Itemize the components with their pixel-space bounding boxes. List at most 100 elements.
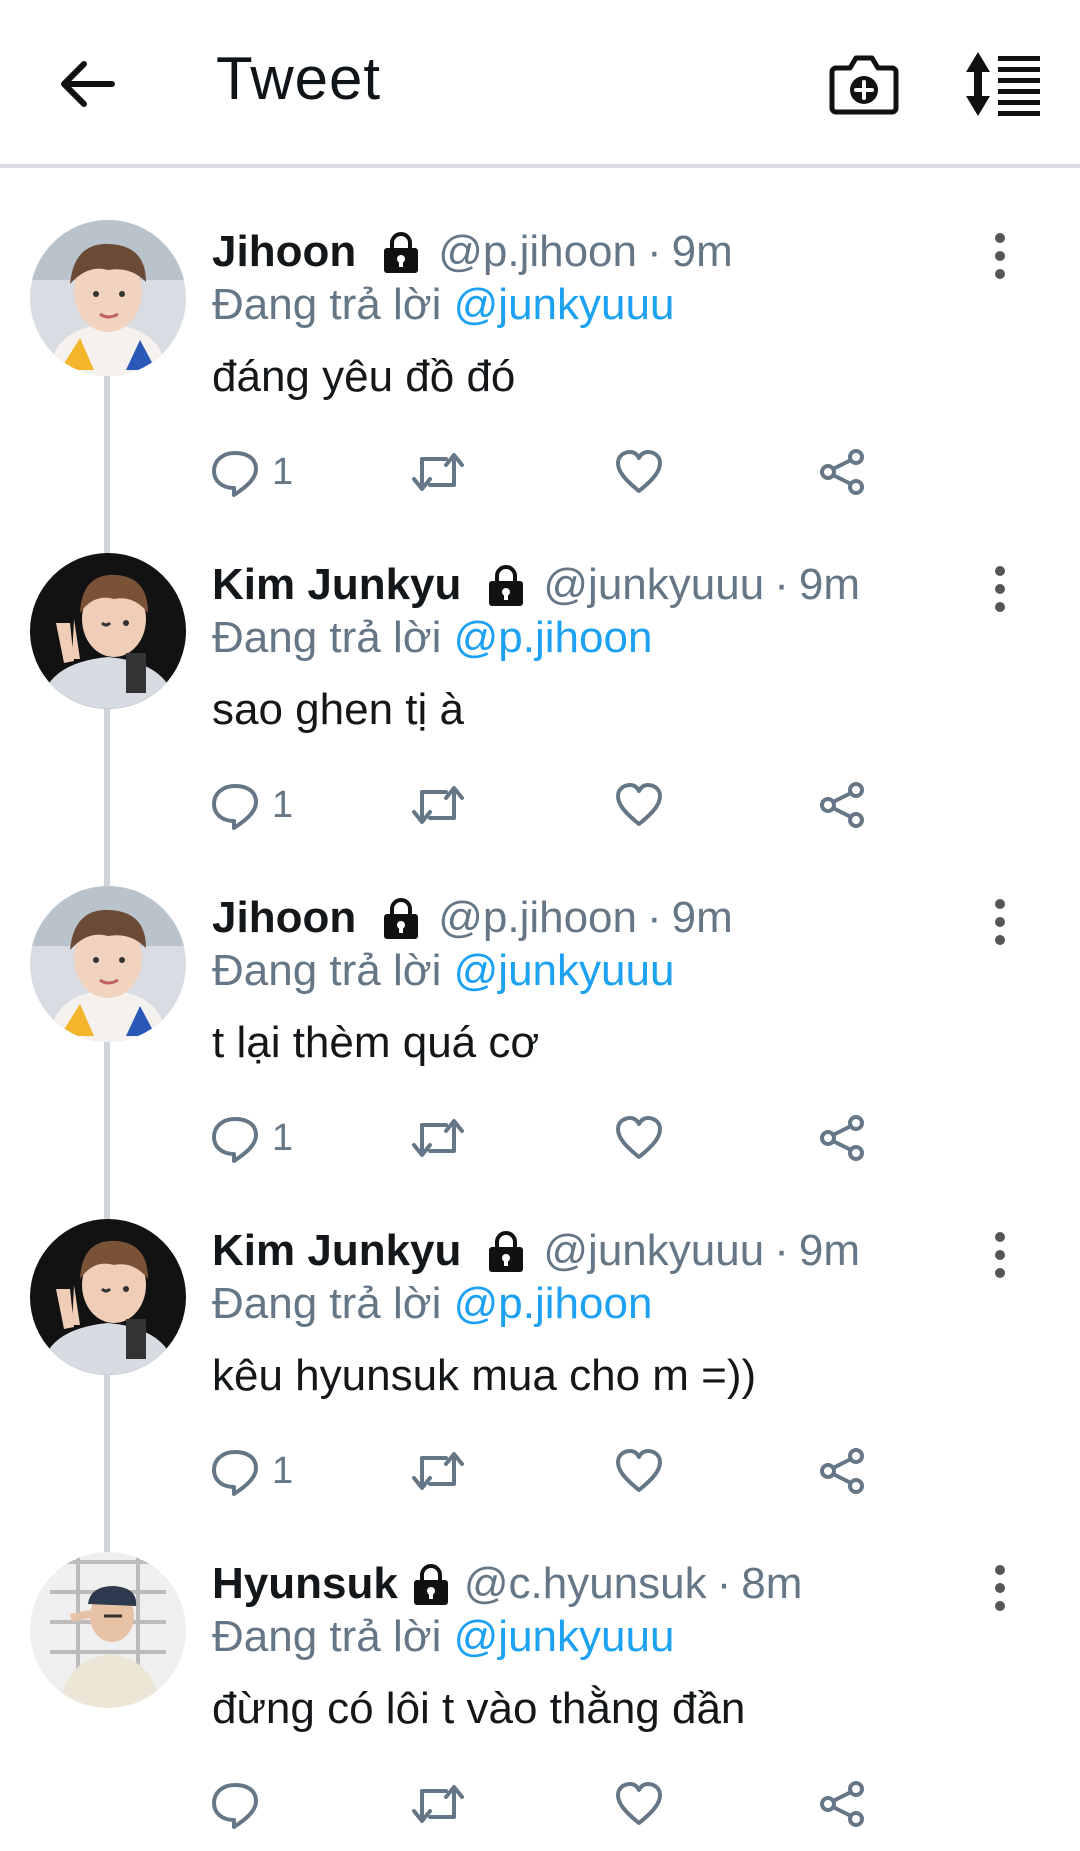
- more-vertical-icon: [995, 899, 1005, 945]
- reply-count: 1: [272, 783, 294, 826]
- separator-dot: ·: [716, 1559, 732, 1608]
- separator-dot: ·: [647, 893, 662, 942]
- replying-to-handle[interactable]: @junkyuuu: [454, 1612, 675, 1661]
- reply-icon: [212, 1117, 258, 1163]
- replying-to: Đang trả lời @junkyuuu: [212, 280, 674, 336]
- author-handle[interactable]: @p.jihoon: [438, 893, 637, 943]
- reply-count: 1: [272, 450, 294, 493]
- author-name[interactable]: Jihoon: [212, 893, 356, 943]
- reply-button[interactable]: 1: [210, 1110, 293, 1166]
- more-vertical-icon: [995, 566, 1005, 612]
- retweet-icon: [412, 786, 464, 824]
- separator-dot: ·: [774, 1226, 789, 1275]
- more-vertical-icon: [995, 1565, 1005, 1611]
- more-options-button[interactable]: [982, 892, 1018, 952]
- share-icon: [820, 449, 864, 495]
- share-icon: [820, 1781, 864, 1827]
- share-icon: [820, 1115, 864, 1161]
- camera-button[interactable]: [826, 46, 902, 122]
- lock-icon: [384, 898, 419, 939]
- share-button[interactable]: [818, 1110, 868, 1166]
- author-name[interactable]: Hyunsuk: [212, 1559, 398, 1609]
- author-name[interactable]: Jihoon: [212, 227, 356, 277]
- author-handle[interactable]: @junkyuuu: [543, 560, 764, 610]
- tweet-text: t lại thèm quá cơ: [212, 1018, 540, 1067]
- replying-to-handle[interactable]: @junkyuuu: [454, 946, 675, 995]
- back-arrow-icon: [61, 61, 115, 107]
- tweet-text: đáng yêu đồ đó: [212, 352, 516, 401]
- retweet-icon: [412, 1119, 464, 1157]
- replying-to: Đang trả lời @junkyuuu: [212, 1612, 674, 1668]
- heart-icon: [616, 1116, 662, 1159]
- author-handle[interactable]: @c.hyunsuk: [464, 1559, 707, 1609]
- separator-dot: ·: [647, 227, 662, 276]
- more-options-button[interactable]: [982, 1225, 1018, 1285]
- timestamp: 8m: [741, 1559, 803, 1608]
- timestamp: 9m: [798, 1226, 860, 1275]
- reply-icon: [212, 1450, 258, 1496]
- reply-button[interactable]: [210, 1776, 272, 1832]
- tweet[interactable]: Jihoon @p.jihoon · 9m Đang trả lời @junk…: [0, 186, 1080, 519]
- more-options-button[interactable]: [982, 226, 1018, 286]
- retweet-button[interactable]: [410, 444, 466, 500]
- reply-icon: [212, 1783, 258, 1829]
- more-vertical-icon: [995, 233, 1005, 279]
- top-app-bar: Tweet: [0, 0, 1080, 168]
- tweet-header: Hyunsuk @c.hyunsuk · 8m: [212, 1556, 802, 1612]
- share-icon: [820, 782, 864, 828]
- like-button[interactable]: [614, 444, 664, 500]
- more-options-button[interactable]: [982, 559, 1018, 619]
- author-handle[interactable]: @junkyuuu: [543, 1226, 764, 1276]
- sort-icon: [966, 52, 1040, 116]
- like-button[interactable]: [614, 1443, 664, 1499]
- reply-button[interactable]: 1: [210, 1443, 293, 1499]
- replying-to-label: Đang trả lời: [212, 946, 442, 995]
- replying-to-handle[interactable]: @junkyuuu: [454, 280, 675, 329]
- tweet[interactable]: Jihoon @p.jihoon · 9m Đang trả lời @junk…: [0, 852, 1080, 1185]
- retweet-button[interactable]: [410, 777, 466, 833]
- replying-to: Đang trả lời @p.jihoon: [212, 613, 652, 669]
- sort-button[interactable]: [964, 48, 1044, 120]
- tweet-text: sao ghen tị à: [212, 685, 464, 734]
- retweet-button[interactable]: [410, 1110, 466, 1166]
- share-button[interactable]: [818, 1443, 868, 1499]
- reply-button[interactable]: 1: [210, 777, 293, 833]
- share-button[interactable]: [818, 444, 868, 500]
- tweet[interactable]: Hyunsuk @c.hyunsuk · 8m Đang trả lời @ju…: [0, 1518, 1080, 1851]
- avatar[interactable]: [30, 553, 186, 709]
- retweet-icon: [412, 453, 464, 491]
- more-options-button[interactable]: [982, 1558, 1018, 1618]
- like-button[interactable]: [614, 1110, 664, 1166]
- lock-icon: [489, 565, 524, 606]
- reply-button[interactable]: 1: [210, 444, 293, 500]
- retweet-button[interactable]: [410, 1776, 466, 1832]
- tweet[interactable]: Kim Junkyu @junkyuuu · 9m Đang trả lời @…: [0, 519, 1080, 852]
- avatar[interactable]: [30, 886, 186, 1042]
- avatar[interactable]: [30, 220, 186, 376]
- reply-icon: [212, 784, 258, 830]
- reply-count: 1: [272, 1116, 294, 1159]
- lock-icon: [384, 232, 419, 273]
- like-button[interactable]: [614, 777, 664, 833]
- replying-to-handle[interactable]: @p.jihoon: [454, 1279, 653, 1328]
- lock-icon: [413, 1564, 448, 1605]
- tweet[interactable]: Kim Junkyu @junkyuuu · 9m Đang trả lời @…: [0, 1185, 1080, 1518]
- avatar[interactable]: [30, 1552, 186, 1708]
- author-handle[interactable]: @p.jihoon: [438, 227, 637, 277]
- tweet-text: đừng có lôi t vào thằng đần: [212, 1684, 746, 1733]
- avatar[interactable]: [30, 1219, 186, 1375]
- replying-to-label: Đang trả lời: [212, 1279, 442, 1328]
- replying-to-label: Đang trả lời: [212, 1612, 442, 1661]
- timestamp: 9m: [671, 893, 733, 942]
- share-icon: [820, 1448, 864, 1494]
- author-name[interactable]: Kim Junkyu: [212, 560, 461, 610]
- back-button[interactable]: [52, 48, 124, 120]
- like-button[interactable]: [614, 1776, 664, 1832]
- retweet-button[interactable]: [410, 1443, 466, 1499]
- replying-to-handle[interactable]: @p.jihoon: [454, 613, 653, 662]
- author-name[interactable]: Kim Junkyu: [212, 1226, 461, 1276]
- share-button[interactable]: [818, 1776, 868, 1832]
- heart-icon: [616, 1782, 662, 1825]
- share-button[interactable]: [818, 777, 868, 833]
- tweet-header: Kim Junkyu @junkyuuu · 9m: [212, 557, 860, 613]
